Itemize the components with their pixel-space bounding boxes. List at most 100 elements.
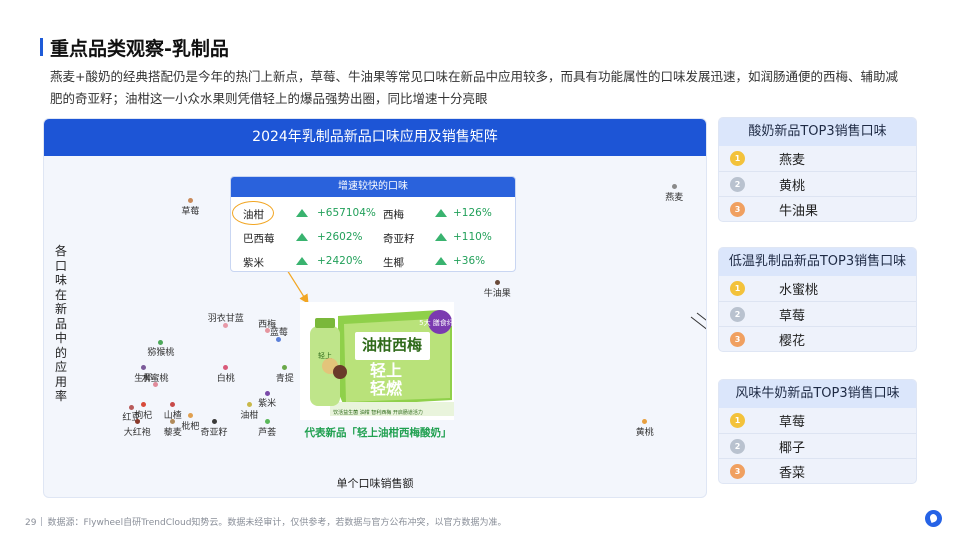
growth-rate-value: +2602% <box>317 231 363 243</box>
y-axis-label: 各口味在新品中的应用率 <box>54 244 67 403</box>
scatter-point <box>264 390 270 396</box>
top3-rank-item: 2 椰子 <box>719 433 916 458</box>
up-arrow-icon <box>296 257 308 265</box>
scatter-point <box>246 402 252 408</box>
scatter-point <box>134 419 140 425</box>
rank-medal-icon: 2 <box>730 307 745 322</box>
growth-flavor-name: 奇亚籽 <box>383 233 415 245</box>
product-strip-text: 饮活益生菌 油柑 智利西梅 开启肠道活力 <box>333 409 423 416</box>
scatter-point-label: 蓝莓 <box>269 328 288 339</box>
rank-flavor-label: 草莓 <box>779 308 806 324</box>
growth-flavor-name: 紫米 <box>243 257 264 269</box>
x-axis-label: 单个口味销售额 <box>336 477 414 490</box>
top3-rank-item: 1 水蜜桃 <box>719 276 916 301</box>
rank-medal-icon: 1 <box>730 413 745 428</box>
scatter-point-label: 紫米 <box>258 399 277 410</box>
title-accent-bar <box>40 38 43 56</box>
scatter-point <box>170 402 176 408</box>
rank-medal-icon: 3 <box>730 202 745 217</box>
growth-rate-value: +126% <box>453 207 492 219</box>
scatter-point <box>494 280 500 286</box>
scatter-point <box>158 339 164 345</box>
product-caption: 代表新品「轻上油柑西梅酸奶」 <box>304 427 452 439</box>
top3-flavor-panel: 风味牛奶新品TOP3销售口味 1 草莓 2 椰子 3 香菜 <box>718 379 917 484</box>
rank-flavor-label: 椰子 <box>779 440 806 456</box>
top3-rank-item: 3 樱花 <box>719 326 916 351</box>
rank-medal-icon: 3 <box>730 464 745 479</box>
flywheel-logo-icon <box>925 510 942 527</box>
footer: 29 数据源：Flywheel自研TrendCloud知势云。数据未经审计，仅供参… <box>25 515 506 528</box>
rank-flavor-label: 燕麦 <box>779 153 806 168</box>
fast-growth-box: 增速较快的口味 油柑 +657104% 西梅 +126% 巴西莓 +2602% 奇亚籽 +11… <box>230 176 516 272</box>
product-box-text-1: 油柑西梅 <box>362 336 422 354</box>
rank-flavor-label: 黄桃 <box>779 178 806 194</box>
growth-flavor-name: 巴西莓 <box>243 233 275 245</box>
top3-panel-title: 风味牛奶新品TOP3销售口味 <box>719 380 916 408</box>
top3-rank-item: 1 草莓 <box>719 408 916 433</box>
up-arrow-icon <box>435 209 447 217</box>
scatter-point-label: 黄桃 <box>635 427 654 438</box>
scatter-point-label: 水蜜桃 <box>141 373 169 384</box>
scatter-point <box>264 419 270 425</box>
scatter-point <box>211 419 217 425</box>
up-arrow-icon <box>296 233 308 241</box>
rank-medal-icon: 2 <box>730 177 745 192</box>
top3-rank-item: 2 黄桃 <box>719 171 916 196</box>
product-image: 油柑西梅 轻上 轻燃 5大 膳食纤维 轻上 饮活益生菌 油柑 智利西梅 开启肠道… <box>300 302 454 420</box>
scatter-point-label: 大红袍 <box>123 427 151 438</box>
growth-rate-value: +2420% <box>317 255 363 267</box>
rank-medal-icon: 2 <box>730 439 745 454</box>
rank-flavor-label: 水蜜桃 <box>779 283 819 298</box>
scatter-point <box>282 365 288 371</box>
fast-growth-header: 增速较快的口味 <box>231 177 515 197</box>
scatter-point <box>128 404 134 410</box>
growth-rate-value: +36% <box>453 255 486 267</box>
growth-rate-value: +657104% <box>317 207 376 219</box>
scatter-point-label: 牛油果 <box>483 288 511 299</box>
growth-flavor-name: 西梅 <box>383 209 404 221</box>
up-arrow-icon <box>435 257 447 265</box>
scatter-point-label: 草莓 <box>181 206 200 217</box>
scatter-point <box>671 184 677 190</box>
scatter-point-label: 燕麦 <box>665 192 684 203</box>
top3-flavor-panel: 酸奶新品TOP3销售口味 1 燕麦 2 黄桃 3 牛油果 <box>718 117 917 222</box>
scatter-point-label: 枇杷 <box>181 421 200 432</box>
scatter-point <box>642 419 648 425</box>
up-arrow-icon <box>435 233 447 241</box>
scatter-point <box>170 419 176 425</box>
product-box-text-3: 轻燃 <box>370 379 403 398</box>
top3-rank-item: 2 草莓 <box>719 301 916 326</box>
rank-medal-icon: 1 <box>730 281 745 296</box>
top3-rank-item: 3 牛油果 <box>719 196 916 221</box>
growth-rate-value: +110% <box>453 231 492 243</box>
product-box-text-2: 轻上 <box>370 361 402 380</box>
scatter-point-label: 芦荟 <box>258 427 277 438</box>
scatter-point-label: 猕猴桃 <box>147 348 175 359</box>
scatter-point-label: 藜麦 <box>163 427 182 438</box>
axis-break-icon <box>690 312 706 330</box>
rank-flavor-label: 牛油果 <box>779 203 819 219</box>
matrix-header: 2024年乳制品新品口味应用及销售矩阵 <box>44 119 706 156</box>
rank-flavor-label: 草莓 <box>779 415 806 430</box>
scatter-point-label: 青提 <box>275 373 294 384</box>
page-number: 29 <box>25 518 37 528</box>
scatter-point <box>187 198 193 204</box>
top3-panel-title: 低温乳制品新品TOP3销售口味 <box>719 248 916 276</box>
scatter-point-label: 羽衣甘蓝 <box>207 314 244 325</box>
up-arrow-icon <box>296 209 308 217</box>
rank-flavor-label: 樱花 <box>779 333 806 349</box>
page-title: 重点品类观察-乳制品 <box>50 38 229 60</box>
scatter-point-label: 白桃 <box>216 373 235 384</box>
rank-medal-icon: 1 <box>730 151 745 166</box>
top3-rank-item: 3 香菜 <box>719 458 916 483</box>
product-badge-text: 5大 膳食纤维 <box>419 318 454 327</box>
scatter-point <box>140 402 146 408</box>
rank-medal-icon: 3 <box>730 332 745 347</box>
data-source-note: 数据源：Flywheel自研TrendCloud知势云。数据未经审计，仅供参考，… <box>47 518 507 528</box>
scatter-point <box>140 365 146 371</box>
top3-rank-item: 1 燕麦 <box>719 146 916 171</box>
scatter-point <box>187 413 193 419</box>
scatter-point-label: 油柑 <box>240 410 259 421</box>
rank-flavor-label: 香菜 <box>779 465 806 481</box>
highlight-ellipse <box>232 201 274 225</box>
